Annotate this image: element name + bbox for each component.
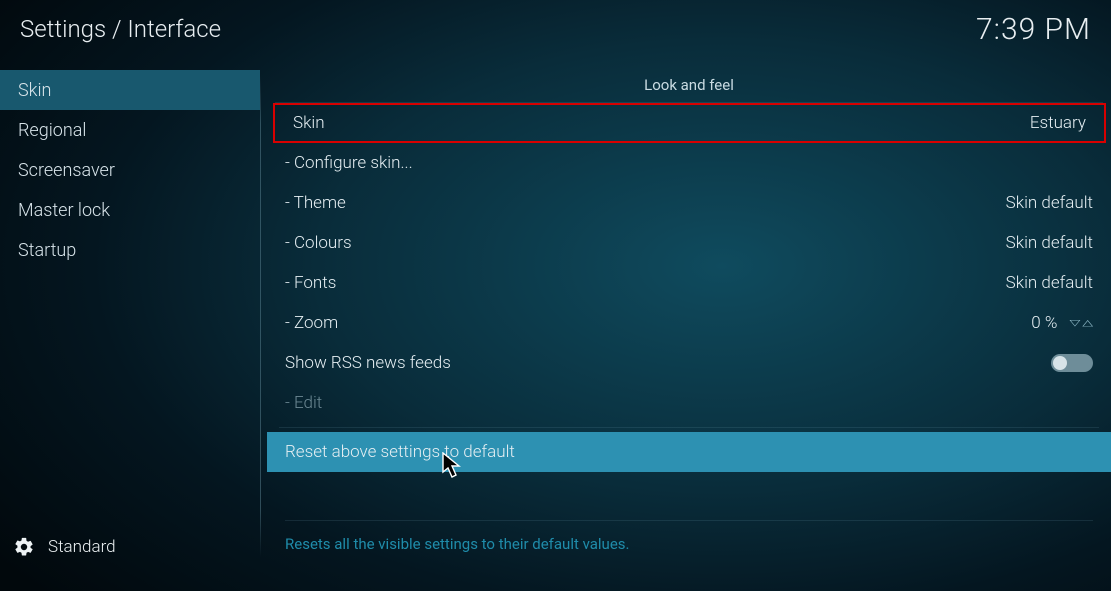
clock: 7:39 PM (976, 12, 1091, 47)
settings-sidebar: Skin Regional Screensaver Master lock St… (0, 70, 260, 591)
setting-row-rss[interactable]: Show RSS news feeds (267, 343, 1111, 383)
setting-label: Skin (293, 113, 325, 133)
setting-value: Skin default (1006, 233, 1093, 253)
setting-value: Estuary (1030, 113, 1086, 133)
sidebar-item-label: Screensaver (18, 160, 115, 181)
settings-level-button[interactable]: Standard (0, 533, 260, 561)
sidebar-item-screensaver[interactable]: Screensaver (0, 150, 260, 190)
setting-row-zoom[interactable]: - Zoom 0 % ▽△ (267, 303, 1111, 343)
setting-label: Show RSS news feeds (285, 353, 451, 373)
footer-hint: Resets all the visible settings to their… (285, 520, 1093, 553)
sidebar-item-label: Master lock (18, 200, 110, 221)
setting-value: Skin default (1006, 193, 1093, 213)
setting-row-fonts[interactable]: - Fonts Skin default (267, 263, 1111, 303)
setting-label: - Theme (285, 193, 346, 213)
setting-label: - Edit (285, 393, 322, 413)
setting-label: - Colours (285, 233, 352, 253)
setting-row-edit: - Edit (267, 383, 1111, 423)
toggle-switch[interactable] (1051, 354, 1093, 372)
setting-value: Skin default (1006, 273, 1093, 293)
setting-row-colours[interactable]: - Colours Skin default (267, 223, 1111, 263)
sidebar-item-label: Skin (18, 80, 51, 101)
sidebar-item-skin[interactable]: Skin (0, 70, 260, 110)
setting-label: Reset above settings to default (285, 442, 515, 462)
vertical-divider (260, 76, 261, 557)
breadcrumb: Settings / Interface (20, 15, 221, 43)
sidebar-item-regional[interactable]: Regional (0, 110, 260, 150)
setting-label: - Configure skin... (285, 153, 413, 173)
chevron-down-icon[interactable]: ▽ (1069, 319, 1080, 327)
chevron-up-icon[interactable]: △ (1082, 319, 1093, 327)
setting-row-configure-skin[interactable]: - Configure skin... (267, 143, 1111, 183)
setting-label: - Fonts (285, 273, 336, 293)
sidebar-item-master-lock[interactable]: Master lock (0, 190, 260, 230)
sidebar-item-label: Startup (18, 240, 76, 261)
setting-label: - Zoom (285, 313, 338, 333)
setting-row-reset-defaults[interactable]: Reset above settings to default (267, 432, 1111, 472)
setting-row-theme[interactable]: - Theme Skin default (267, 183, 1111, 223)
sidebar-item-label: Regional (18, 120, 86, 141)
settings-panel: Look and feel Skin Estuary - Configure s… (267, 70, 1111, 591)
spinner-control[interactable]: ▽△ (1069, 316, 1093, 330)
row-separator (279, 427, 1099, 428)
sidebar-item-startup[interactable]: Startup (0, 230, 260, 270)
settings-level-label: Standard (48, 537, 116, 557)
setting-value: 0 % (1031, 313, 1057, 333)
setting-row-skin[interactable]: Skin Estuary (273, 103, 1106, 143)
section-title: Look and feel (275, 70, 1103, 103)
gear-icon (10, 533, 38, 561)
